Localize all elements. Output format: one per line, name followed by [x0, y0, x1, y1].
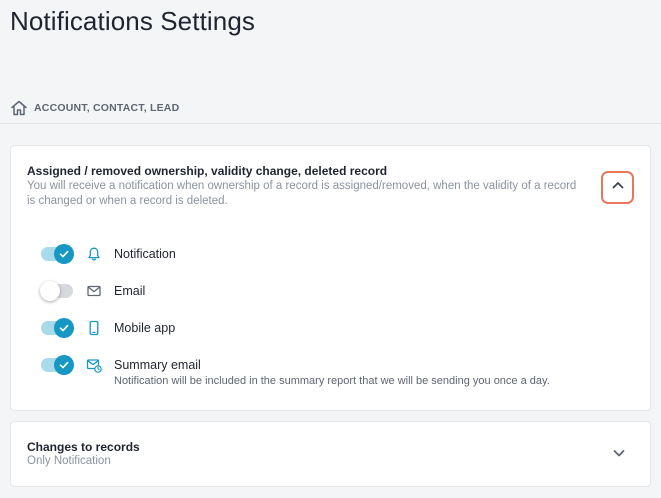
option-mobile-app: Mobile app	[41, 318, 176, 338]
section-subtitle: Only Notification	[27, 455, 111, 467]
option-note: Notification will be included in the sum…	[114, 375, 550, 387]
section-title: Assigned / removed ownership, validity c…	[27, 164, 388, 178]
check-icon	[59, 324, 69, 332]
ownership-change-section: Assigned / removed ownership, validity c…	[10, 145, 651, 411]
option-summary-email: Summary email Notification will be inclu…	[41, 355, 550, 389]
summary-email-icon	[86, 357, 102, 373]
check-icon	[59, 250, 69, 258]
toggle-knob	[54, 355, 74, 375]
email-toggle[interactable]	[40, 281, 73, 301]
chevron-up-icon	[611, 178, 625, 197]
option-label: Summary email	[114, 358, 201, 372]
section-title: Changes to records	[27, 440, 140, 454]
toggle-knob	[54, 244, 74, 264]
mobile-app-toggle[interactable]	[41, 318, 74, 338]
breadcrumb-label[interactable]: ACCOUNT, CONTACT, LEAD	[34, 102, 179, 114]
breadcrumb-divider	[0, 123, 661, 124]
option-notification: Notification	[41, 244, 176, 264]
expand-section-button[interactable]	[604, 440, 634, 470]
summary-email-toggle[interactable]	[41, 355, 74, 375]
option-email: Email	[40, 281, 146, 301]
option-label: Email	[114, 284, 146, 298]
mobile-phone-icon	[86, 320, 102, 336]
changes-to-records-section[interactable]: Changes to records Only Notification	[10, 421, 651, 487]
bell-icon	[86, 246, 102, 262]
check-icon	[59, 361, 69, 369]
option-label: Notification	[114, 247, 176, 261]
chevron-down-icon	[612, 446, 626, 465]
breadcrumb: ACCOUNT, CONTACT, LEAD	[10, 99, 179, 117]
collapse-section-button[interactable]	[601, 171, 634, 204]
notification-toggle[interactable]	[41, 244, 74, 264]
section-description: You will receive a notification when own…	[27, 180, 577, 207]
toggle-knob	[40, 281, 60, 301]
notifications-settings-page: Notifications Settings ACCOUNT, CONTACT,…	[0, 0, 661, 498]
page-title: Notifications Settings	[10, 6, 255, 36]
home-icon[interactable]	[10, 99, 28, 117]
toggle-knob	[54, 318, 74, 338]
option-label: Mobile app	[114, 321, 176, 335]
envelope-icon	[86, 283, 102, 299]
